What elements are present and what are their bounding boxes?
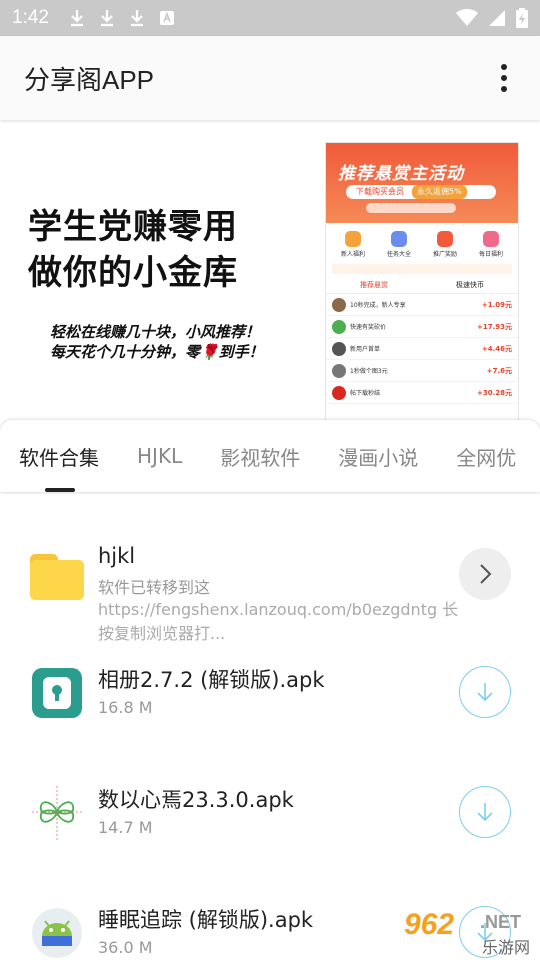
banner-subtitle: 轻松在线赚几十块，小风推荐！ 每天花个几十分钟，零🌹到手！ (50, 322, 264, 362)
wifi-icon (456, 9, 478, 26)
phone-row-amount: +1.09元 (481, 300, 512, 309)
phone-row-text: 新用户首单 (350, 346, 381, 353)
tab-comics-novels[interactable]: 漫画小说 (319, 420, 437, 492)
item-size: 36.0 M (98, 938, 153, 957)
item-title: 相册2.7.2 (解锁版).apk (98, 668, 325, 692)
banner-headline-line-1: 学生党赚零用 (28, 207, 238, 247)
phone-icon-label: 推广奖励 (432, 251, 457, 258)
phone-notice-strip (332, 264, 512, 274)
phone-task-row: 1秒做个图3元 +7.6元 (326, 360, 518, 382)
watermark-cn: 乐游网 (482, 938, 531, 957)
phone-icon-item: 任务大全 (387, 231, 411, 258)
app-title: 分享阁APP (24, 64, 155, 95)
item-size: 16.8 M (98, 698, 153, 717)
phone-icon-row: 新人福利 任务大全 推广奖励 每日福利 (326, 223, 518, 262)
category-tabs: 软件合集 HJKL 影视软件 漫画小说 全网优 (0, 420, 540, 492)
download-notification-icon (70, 10, 83, 27)
battery-charging-icon (516, 8, 528, 28)
phone-task-row: 快速有奖砍价 +17.93元 (326, 316, 518, 338)
download-icon (477, 683, 493, 702)
more-vert-icon[interactable] (492, 58, 516, 98)
phone-mockup-image: ​ 推荐悬赏主活动 下载购买会员永久返佣5% 新人福利 任务大全 推广奖励 每日… (325, 142, 519, 422)
phone-pill-secondary (366, 203, 456, 213)
tab-indicator (45, 488, 75, 492)
phone-row-amount: +17.93元 (476, 322, 512, 331)
promo-banner[interactable]: 学生党赚零用 做你的小金库 轻松在线赚几十块，小风推荐！ 每天花个几十分钟，零🌹… (0, 122, 540, 422)
tab-software-collection[interactable]: 软件合集 (0, 420, 118, 492)
phone-row-text: 1秒做个图3元 (350, 368, 388, 375)
list-item-folder[interactable]: hjkl 软件已转移到这 https://fengshenx.lanzouq.c… (0, 516, 540, 646)
download-notification-icon (100, 10, 113, 27)
phone-pill: 下载购买会员 永久返佣5% (346, 185, 496, 199)
banner-subtitle-line-1: 轻松在线赚几十块，小风推荐！ (50, 323, 261, 341)
item-title: 数以心焉23.3.0.apk (98, 788, 294, 812)
item-description: https://fengshenx.lanzouq.com/b0ezgdntg … (98, 600, 459, 643)
banner-subtitle-line-2: 每天花个几十分钟，零🌹到手！ (50, 343, 264, 361)
item-title: hjkl (98, 544, 136, 568)
system-icons (456, 8, 528, 28)
phone-icon-label: 任务大全 (386, 251, 411, 258)
download-notification-icon (130, 10, 143, 27)
phone-status-line: ​ (326, 143, 518, 154)
folder-icon (30, 548, 84, 602)
phone-row-text: 10秒完成，新人专享 (350, 302, 406, 309)
clover-app-icon (30, 782, 84, 840)
phone-header: ​ 推荐悬赏主活动 下载购买会员永久返佣5% (326, 143, 518, 223)
lock-app-icon (30, 666, 84, 720)
app-bar: 分享阁APP (0, 36, 540, 120)
item-size: 14.7 M (98, 818, 153, 837)
item-title: 睡眠追踪 (解锁版).apk (98, 908, 314, 932)
item-subtitle: 软件已转移到这 (98, 578, 211, 597)
phone-icon-label: 新人福利 (340, 251, 365, 258)
phone-pill-text: 下载购买会员 (356, 187, 404, 196)
phone-task-row: 帖下载秒结 +30.28元 (326, 382, 518, 404)
phone-row-amount: +4.46元 (481, 344, 512, 353)
open-folder-button[interactable] (459, 548, 511, 600)
notification-icons (69, 9, 175, 27)
site-watermark-logo: 962 .NET 乐游网 (402, 908, 536, 957)
chevron-right-icon (480, 564, 492, 584)
status-time: 1:42 (12, 7, 49, 28)
signal-icon (489, 10, 505, 26)
phone-headline: 推荐悬赏主活动 (338, 164, 464, 184)
banner-headline: 学生党赚零用 做你的小金库 (28, 204, 238, 296)
phone-icon-item: 新人福利 (341, 231, 365, 258)
android-app-icon (30, 906, 84, 960)
watermark-brand: 962 (404, 908, 455, 941)
phone-icon-label: 每日福利 (478, 251, 503, 258)
tab-all-network[interactable]: 全网优 (437, 420, 535, 492)
phone-tabs: 推荐悬赏 极速快币 (326, 276, 518, 294)
phone-icon-item: 每日福利 (479, 231, 503, 258)
phone-tab: 极速快币 (456, 281, 484, 289)
phone-task-row: 新用户首单 +4.46元 (326, 338, 518, 360)
app-notification-icon (159, 11, 174, 25)
phone-pill-badge: 永久返佣5% (412, 185, 467, 199)
phone-icon-item: 推广奖励 (433, 231, 457, 258)
phone-task-row: 10秒完成，新人专享 +1.09元 (326, 294, 518, 316)
tab-video-software[interactable]: 影视软件 (201, 420, 319, 492)
banner-headline-line-2: 做你的小金库 (28, 253, 238, 293)
watermark-net: .NET (480, 912, 522, 932)
download-button[interactable] (459, 786, 511, 838)
status-bar: 1:42 (0, 0, 540, 36)
phone-row-amount: +7.6元 (486, 366, 512, 375)
phone-row-text: 帖下载秒结 (350, 390, 381, 397)
download-button[interactable] (459, 666, 511, 718)
phone-tab: 推荐悬赏 (360, 281, 388, 289)
download-icon (477, 803, 493, 822)
tab-hjkl[interactable]: HJKL (118, 420, 201, 492)
list-item-apk[interactable]: 数以心焉23.3.0.apk 14.7 M (0, 766, 540, 886)
phone-row-amount: +30.28元 (476, 388, 512, 397)
list-item-apk[interactable]: 相册2.7.2 (解锁版).apk 16.8 M (0, 646, 540, 766)
phone-row-text: 快速有奖砍价 (350, 324, 387, 331)
